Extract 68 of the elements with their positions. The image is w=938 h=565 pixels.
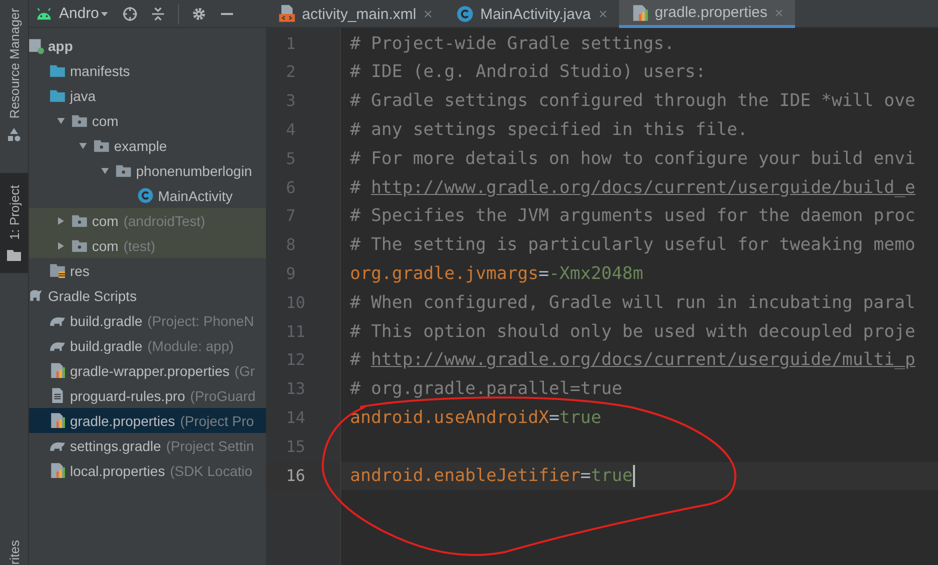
code-line-text: android.useAndroidX=true <box>350 406 602 430</box>
tree-item[interactable]: MainActivity <box>29 183 266 208</box>
code-comment: # When configured, Gradle will run in incubating paral <box>350 292 916 315</box>
code-comment: # Gradle settings configured through the IDE *will ove <box>350 90 916 114</box>
tool-window-button[interactable]: Resource Manager <box>0 0 28 151</box>
view-dropdown[interactable]: Andro <box>59 5 110 22</box>
folder-icon <box>6 247 22 264</box>
settings-icon[interactable] <box>191 6 208 22</box>
editor-tab[interactable]: MainActivity.java <box>444 0 619 28</box>
properties-file-icon <box>49 412 66 429</box>
properties-file-icon <box>49 462 66 479</box>
tree-item[interactable]: Gradle Scripts <box>29 283 266 308</box>
folder-icon <box>49 87 66 104</box>
xml-file-icon <box>278 5 296 23</box>
close-icon[interactable] <box>596 8 609 20</box>
package-icon <box>71 112 88 129</box>
code-comment: # org.gradle.parallel=true <box>350 378 622 402</box>
package-icon <box>71 237 88 254</box>
tree-item[interactable]: manifests <box>29 58 266 83</box>
shapes-icon <box>6 126 22 143</box>
tree-item[interactable]: local.properties (SDK Locatio <box>29 458 266 483</box>
editor-tab[interactable]: activity_main.xml <box>266 0 444 28</box>
package-icon <box>93 137 110 154</box>
code-line-text: org.gradle.jvmargs=-Xmx2048m <box>350 262 644 286</box>
class-icon <box>456 5 474 23</box>
folder-icon <box>49 62 66 79</box>
code-comment: # The setting is particularly useful for tweaking memo <box>350 234 916 258</box>
code-comment: # any settings specified in this file. <box>350 118 748 142</box>
tree-item[interactable]: gradle.properties (Project Pro <box>29 408 266 433</box>
editor-tab[interactable]: gradle.properties <box>618 0 796 28</box>
text-cursor <box>632 464 635 487</box>
tool-window-button[interactable]: rites <box>0 540 28 565</box>
tree-item[interactable]: build.gradle (Module: app) <box>29 333 266 358</box>
module-icon <box>29 37 44 54</box>
code-comment: # Project-wide Gradle settings. <box>350 32 675 56</box>
code-link[interactable]: http://www.gradle.org/docs/current/userguide/multi_p <box>370 350 916 370</box>
elephant-icon <box>29 287 44 304</box>
tree-item[interactable]: com (androidTest) <box>29 208 266 233</box>
tool-window-button[interactable]: 1: Project <box>0 172 28 274</box>
text-file-icon <box>49 387 66 404</box>
code-link[interactable]: http://www.gradle.org/docs/current/userguide/build_e <box>370 178 916 198</box>
code-comment: # For more details on how to configure your build envi <box>350 148 916 171</box>
code-line-text: android.enableJetifier=true <box>350 464 633 488</box>
properties-file-icon <box>49 362 66 379</box>
package-icon <box>115 162 132 179</box>
tree-item[interactable]: settings.gradle (Project Settin <box>29 433 266 458</box>
code-comment: # Specifies the JVM arguments used for the daemon proc <box>350 205 916 228</box>
tree-item[interactable]: proguard-rules.pro (ProGuard <box>29 383 266 408</box>
folder-icon <box>49 262 66 279</box>
package-icon <box>71 212 88 229</box>
code-comment: # <box>350 350 362 370</box>
crosshair-icon[interactable] <box>122 6 138 22</box>
close-icon[interactable] <box>422 8 434 20</box>
code-comment: # IDE (e.g. Android Studio) users: <box>350 61 706 84</box>
tree-item[interactable]: example <box>29 133 266 158</box>
collapse-icon[interactable] <box>150 6 166 22</box>
tree-item[interactable]: phonenumberlogin <box>29 158 266 183</box>
tree-item[interactable]: com <box>29 108 266 133</box>
tree-item[interactable]: java <box>29 83 266 108</box>
code-comment: # This option should only be used with decoupled proje <box>350 320 916 344</box>
tree-item[interactable]: gradle-wrapper.properties (Gr <box>29 358 266 383</box>
code-comment: # <box>350 178 362 198</box>
tree-item[interactable]: build.gradle (Project: PhoneN <box>29 308 266 333</box>
properties-file-icon <box>630 4 649 22</box>
tree-item[interactable]: res <box>29 258 266 283</box>
class-icon <box>137 187 154 204</box>
tree-item[interactable]: com (test) <box>29 233 266 258</box>
tree-item[interactable]: app <box>29 33 266 58</box>
